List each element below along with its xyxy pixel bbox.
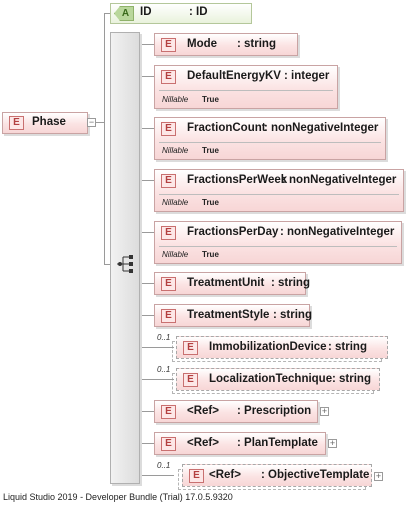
footer-text: Liquid Studio 2019 - Developer Bundle (T… <box>3 492 233 502</box>
element-fractions-per-day[interactable]: E FractionsPerDay : nonNegativeInteger N… <box>154 221 402 264</box>
expand-icon[interactable]: + <box>374 472 383 481</box>
element-badge: E <box>161 174 176 188</box>
element-type: : string <box>271 277 310 289</box>
element-type: : nonNegativeInteger <box>280 226 395 238</box>
element-ref-objective-template[interactable]: E <Ref> : ObjectiveTemplate <box>178 464 372 490</box>
occurrence-label: 0..1 <box>157 333 171 342</box>
sequence-icon <box>117 255 133 273</box>
element-treatment-unit[interactable]: E TreatmentUnit : string <box>154 272 310 295</box>
element-type: : ObjectiveTemplate <box>261 469 370 481</box>
element-name: FractionCount <box>187 122 266 134</box>
element-localization-technique[interactable]: E LocalizationTechnique : string <box>172 368 380 394</box>
nillable-label: Nillable <box>162 250 189 259</box>
element-treatment-style[interactable]: E TreatmentStyle : string <box>154 304 312 327</box>
expand-icon[interactable]: + <box>320 407 329 416</box>
element-ref-plan-template[interactable]: E <Ref> : PlanTemplate <box>154 432 326 455</box>
occurrence-label: 0..1 <box>157 365 171 374</box>
nillable-label: Nillable <box>162 146 189 155</box>
element-name: FractionsPerDay <box>187 226 279 238</box>
element-badge: E <box>161 277 176 291</box>
element-badge: E <box>183 373 198 387</box>
element-name: <Ref> <box>209 469 241 481</box>
element-type: : string <box>273 309 312 321</box>
element-badge: E <box>189 469 204 483</box>
attribute-badge: A <box>114 6 134 21</box>
element-badge: E <box>161 309 176 323</box>
element-badge: E <box>161 405 176 419</box>
element-ref-prescription[interactable]: E <Ref> : Prescription <box>154 400 318 423</box>
element-name: TreatmentUnit <box>187 277 265 289</box>
element-type: : nonNegativeInteger <box>264 122 379 134</box>
root-element-phase[interactable]: E Phase <box>2 112 88 134</box>
element-badge: E <box>183 341 198 355</box>
collapse-icon[interactable]: − <box>87 118 96 127</box>
element-name: <Ref> <box>187 437 219 449</box>
element-type: : nonNegativeInteger <box>282 174 397 186</box>
nillable-value: True <box>202 146 219 155</box>
element-type: : integer <box>284 70 330 82</box>
element-default-energy-kv[interactable]: E DefaultEnergyKV : integer Nillable Tru… <box>154 65 338 109</box>
attribute-type: : ID <box>189 6 208 18</box>
element-name: <Ref> <box>187 405 219 417</box>
element-badge: E <box>9 116 24 130</box>
nillable-value: True <box>202 250 219 259</box>
attribute-id[interactable]: A ID : ID <box>110 3 252 24</box>
element-badge: E <box>161 437 176 451</box>
nillable-label: Nillable <box>162 95 189 104</box>
element-name: FractionsPerWeek <box>187 174 288 186</box>
element-type: : PlanTemplate <box>237 437 318 449</box>
element-type: : Prescription <box>237 405 312 417</box>
element-badge: E <box>161 70 176 84</box>
element-name: LocalizationTechnique <box>209 373 333 385</box>
element-type: : string <box>332 373 371 385</box>
element-name: DefaultEnergyKV <box>187 70 281 82</box>
expand-icon[interactable]: + <box>328 439 337 448</box>
attribute-name: ID <box>140 6 152 18</box>
element-badge: E <box>161 122 176 136</box>
nillable-value: True <box>202 95 219 104</box>
element-name: ImmobilizationDevice <box>209 341 327 353</box>
element-fractions-per-week[interactable]: E FractionsPerWeek : nonNegativeInteger … <box>154 169 404 212</box>
element-immobilization-device[interactable]: E ImmobilizationDevice : string <box>172 336 388 362</box>
element-type: : string <box>328 341 367 353</box>
element-badge: E <box>161 38 176 52</box>
element-fraction-count[interactable]: E FractionCount : nonNegativeInteger Nil… <box>154 117 386 160</box>
nillable-label: Nillable <box>162 198 189 207</box>
element-name: Mode <box>187 38 218 50</box>
element-badge: E <box>161 226 176 240</box>
nillable-value: True <box>202 198 219 207</box>
element-type: : string <box>237 38 276 50</box>
root-element-name: Phase <box>32 116 66 128</box>
element-mode[interactable]: E Mode : string <box>154 33 298 56</box>
element-name: TreatmentStyle <box>187 309 270 321</box>
occurrence-label: 0..1 <box>157 461 171 470</box>
